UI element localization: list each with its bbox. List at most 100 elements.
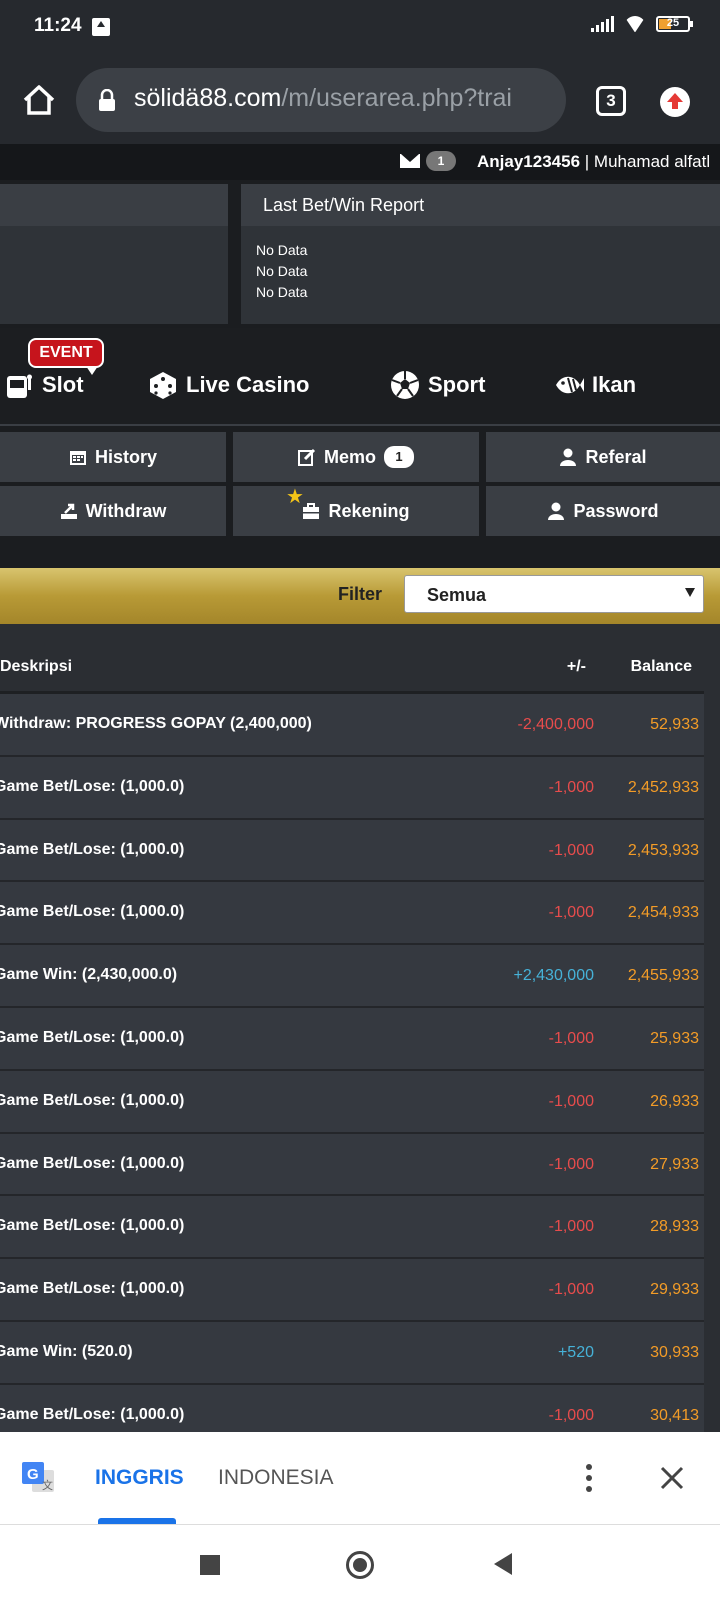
tab-switcher-button[interactable]: 3: [596, 86, 626, 116]
transaction-table: Deskripsi +/- Balance Withdraw: PROGRESS…: [0, 624, 704, 1432]
row-description: Game Win: (520.0): [0, 1342, 133, 1360]
row-balance: 52,933: [650, 716, 699, 733]
google-translate-icon: G 文: [22, 1462, 54, 1492]
table-row: Game Bet/Lose: (1,000.0) -1,000 29,933: [0, 1259, 704, 1322]
calendar-icon: [69, 451, 86, 465]
row-change: -1,000: [548, 841, 594, 859]
row-description: Game Bet/Lose: (1,000.0): [0, 1405, 185, 1423]
referal-label: Referal: [585, 446, 647, 467]
table-row: Game Win: (2,430,000.0) +2,430,000 2,455,9…: [0, 945, 704, 1008]
account-menu: History Memo 1 Referal Withdraw Rekening…: [0, 426, 720, 568]
game-label-slot: Slot: [42, 372, 84, 397]
report-line: No Data: [256, 284, 308, 300]
lock-icon: [99, 89, 115, 111]
translate-tab-target[interactable]: INDONESIA: [218, 1466, 334, 1490]
row-change: -2,400,000: [517, 716, 594, 733]
translate-tab-source[interactable]: INGGRIS: [95, 1466, 184, 1490]
signal-icon: [591, 16, 614, 32]
game-tab-sport[interactable]: Sport: [390, 370, 485, 400]
upgrade-icon[interactable]: [660, 87, 690, 117]
soccer-ball-icon: [391, 371, 419, 399]
game-label-sport: Sport: [428, 372, 486, 397]
password-label: Password: [573, 500, 659, 521]
row-change: -1,000: [548, 1155, 594, 1173]
table-row: Game Bet/Lose: (1,000.0) -1,000 25,933: [0, 1007, 704, 1071]
game-category-nav: EVENT Slot Live Casino Sport Ikan: [0, 328, 720, 426]
header-deskripsi: Deskripsi: [0, 658, 73, 675]
row-description: Game Bet/Lose: (1,000.0): [0, 1028, 185, 1046]
report-title: Last Bet/Win Report: [241, 184, 720, 226]
table-row: Game Win: (520.0) +520 30,933: [0, 1321, 704, 1385]
battery-icon: 25: [656, 16, 693, 32]
password-button[interactable]: Password: [486, 486, 720, 536]
person-icon: [560, 448, 577, 466]
url-path: /m/userarea.php?trai: [281, 84, 512, 112]
row-change: -1,000: [548, 778, 594, 796]
row-change: -1,000: [548, 1218, 594, 1236]
row-description: Game Bet/Lose: (1,000.0): [0, 1154, 185, 1172]
svg-text:G: G: [27, 1466, 39, 1483]
history-button[interactable]: History: [0, 432, 226, 482]
row-balance: 2,452,933: [627, 778, 699, 796]
user-separator: |: [580, 152, 594, 171]
username: Anjay123456: [477, 152, 581, 171]
close-icon[interactable]: [660, 1466, 684, 1490]
table-row: Game Bet/Lose: (1,000.0) -1,000 27,933: [0, 1133, 704, 1197]
game-tab-ikan[interactable]: Ikan: [554, 370, 636, 400]
chevron-down-icon: [685, 588, 695, 597]
row-balance: 2,453,933: [627, 841, 699, 859]
row-balance: 25,933: [650, 1029, 699, 1047]
row-description: Game Bet/Lose: (1,000.0): [0, 1091, 185, 1109]
row-balance: 29,933: [650, 1281, 699, 1299]
last-bet-win-report: Last Bet/Win Report No Data No Data No D…: [241, 184, 720, 324]
transaction-table-area[interactable]: Deskripsi +/- Balance Withdraw: PROGRESS…: [0, 624, 720, 1432]
status-time: 11:24: [34, 15, 82, 36]
filter-bar: Filter Semua: [0, 568, 720, 624]
game-tab-slot[interactable]: Slot: [4, 370, 84, 400]
row-balance: 27,933: [650, 1155, 699, 1173]
memo-count-badge: 1: [384, 446, 414, 468]
table-row: Game Bet/Lose: (1,000.0) -1,000 26,933: [0, 1070, 704, 1134]
browser-toolbar: sölidä88.com/m/userarea.php?trai 3: [0, 56, 720, 144]
slot-machine-icon: [7, 374, 32, 398]
mail-count-badge: 1: [426, 151, 456, 171]
memo-button[interactable]: Memo 1: [233, 432, 479, 482]
recents-button[interactable]: [200, 1555, 220, 1575]
game-tab-live-casino[interactable]: Live Casino: [148, 370, 309, 400]
status-bar: 11:24 25: [0, 0, 720, 56]
user-fullname: Muhamad alfatl: [593, 152, 711, 171]
filter-select[interactable]: Semua: [404, 575, 704, 613]
row-description: Game Bet/Lose: (1,000.0): [0, 777, 185, 795]
left-panel-header: [0, 184, 228, 226]
table-body: Withdraw: PROGRESS GOPAY (2,400,000) -2,4…: [0, 694, 704, 1432]
home-button[interactable]: [346, 1551, 374, 1579]
row-description: Game Bet/Lose: (1,000.0): [0, 903, 185, 921]
mail-icon[interactable]: [400, 154, 420, 168]
table-row: Game Bet/Lose: (1,000.0) -1,000 2,452,933: [0, 756, 704, 820]
header-change: +/-: [566, 658, 586, 675]
report-line: No Data: [256, 242, 308, 258]
address-bar[interactable]: sölidä88.com/m/userarea.php?trai: [76, 68, 566, 132]
referal-button[interactable]: Referal: [486, 432, 720, 482]
home-icon[interactable]: [22, 84, 56, 116]
star-icon: ★: [286, 486, 304, 508]
translate-bar: G 文 INGGRIS INDONESIA: [0, 1432, 720, 1524]
row-balance: 30,933: [650, 1343, 699, 1361]
header-balance: Balance: [630, 658, 692, 675]
row-description: Game Bet/Lose: (1,000.0): [0, 1280, 185, 1298]
rekening-label: Rekening: [328, 500, 410, 521]
row-description: Game Win: (2,430,000.0): [0, 966, 178, 984]
rekening-button[interactable]: Rekening: [233, 486, 479, 536]
event-badge: EVENT: [28, 338, 104, 375]
game-label-ikan: Ikan: [592, 372, 637, 397]
withdraw-button[interactable]: Withdraw: [0, 486, 226, 536]
user-info: Anjay123456 | Muhamad alfatl: [477, 152, 710, 172]
table-row: Game Bet/Lose: (1,000.0) -1,000 2,454,933: [0, 882, 704, 946]
user-bar: 1 Anjay123456 | Muhamad alfatl: [0, 144, 720, 180]
row-change: -1,000: [548, 1406, 594, 1424]
table-header: Deskripsi +/- Balance: [0, 624, 704, 694]
back-button[interactable]: [494, 1553, 512, 1575]
fish-icon: [556, 376, 584, 394]
more-options-icon[interactable]: [586, 1464, 592, 1492]
row-change: +2,430,000: [513, 967, 594, 985]
